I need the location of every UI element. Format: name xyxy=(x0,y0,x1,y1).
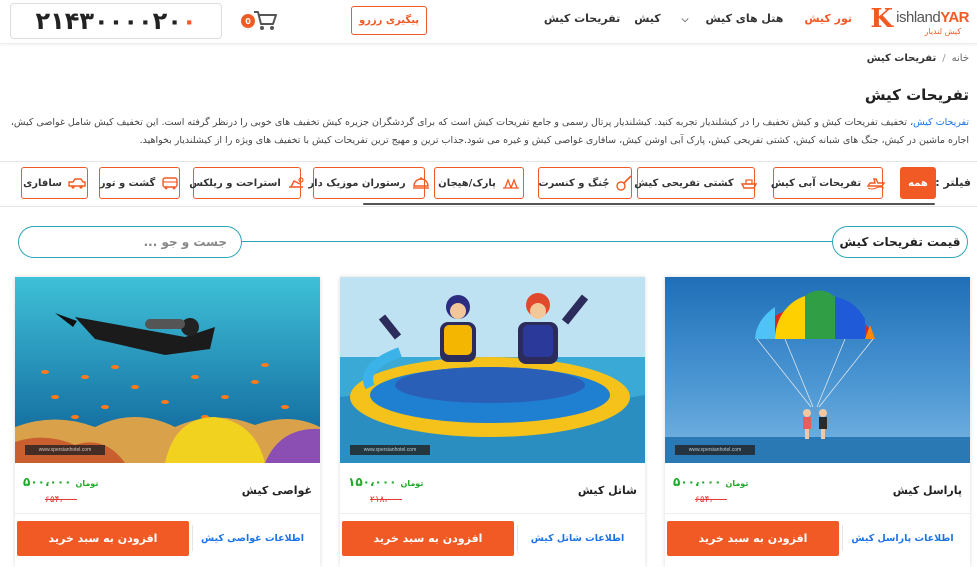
filter-chip-cruise-ship[interactable]: کشتی تفریحی کیش xyxy=(634,167,757,199)
card-price-value: ۵۰۰،۰۰۰ xyxy=(673,475,722,489)
bus-icon xyxy=(162,177,178,190)
card-price-value: ۵۰۰،۰۰۰ xyxy=(23,475,72,489)
card-image-diving[interactable] xyxy=(15,277,320,463)
breadcrumb-separator: / xyxy=(942,53,946,64)
phone-digits: ۲۱۴۳۰۰۰۰۲۰ xyxy=(35,7,182,35)
image-watermark: www.xpersianhotel.com xyxy=(675,445,755,455)
filter-label: فیلتر : xyxy=(935,176,971,189)
relax-icon xyxy=(288,177,304,188)
intro-text: ، تخفیف تفریحات کیش و کیش تخفیف را در کی… xyxy=(10,117,969,146)
filter-chip-music-restaurant-label: رستوران موزیک دار xyxy=(308,177,406,189)
card-old-price: ۶۵۴،۰۰۰ xyxy=(695,495,727,505)
nav-item-kish-tour[interactable]: تور کیش xyxy=(797,12,859,25)
filter-chip-safari-label: سافاری xyxy=(23,177,62,189)
card-name: پاراسل کیش xyxy=(892,484,962,497)
filter-chip-relax[interactable]: استراحت و ریلکس xyxy=(189,167,304,199)
main-nav: تور کیش هتل های کیش ⌵ کیش تفریحات کیش xyxy=(537,12,859,25)
add-to-cart-button[interactable]: افزودن به سبد خرید xyxy=(17,521,189,556)
page-title: تفریحات کیش xyxy=(864,86,969,104)
filter-chip-all-label: همه xyxy=(908,177,928,189)
card-name: غواصی کیش xyxy=(241,484,312,497)
filter-chip-music-restaurant[interactable]: رستوران موزیک دار xyxy=(308,167,429,199)
card-divider xyxy=(340,513,645,514)
site-header: ishlandYAR K کیش لندیار تور کیش هتل های … xyxy=(0,0,977,44)
card-price-unit: تومان xyxy=(75,479,99,488)
search-input[interactable]: جست و جو ... xyxy=(18,226,242,258)
filter-bar: فیلتر : همه تفریحات آبی کیش کشتی تفریحی … xyxy=(0,161,977,207)
site-logo[interactable]: ishlandYAR K کیش لندیار xyxy=(870,4,969,40)
nav-item-kish-hotels[interactable]: هتل های کیش ⌵ xyxy=(668,12,798,25)
card-price: تومان۵۰۰،۰۰۰ xyxy=(673,475,748,489)
ship-icon xyxy=(740,179,757,189)
product-card-diving: www.xpersianhotel.com غواصی کیش تومان۵۰۰… xyxy=(15,277,320,567)
info-parasail-link[interactable]: اطلاعات پاراسل کیش xyxy=(842,525,962,551)
guitar-icon xyxy=(615,175,632,191)
dish-icon xyxy=(412,177,429,189)
jetski-icon xyxy=(867,178,886,190)
filter-chip-tour[interactable]: گشت و تور xyxy=(99,167,180,199)
product-card-shuttle: www.xpersianhotel.com شاتل کیش تومان۱۵۰،… xyxy=(340,277,645,567)
card-price-value: ۱۵۰،۰۰۰ xyxy=(348,475,397,489)
cart-button[interactable]: 0 xyxy=(241,9,277,33)
nav-item-kish-hotels-label: هتل های کیش xyxy=(705,12,784,25)
card-price-unit: تومان xyxy=(725,479,749,488)
filter-chip-cruise-ship-label: کشتی تفریحی کیش xyxy=(634,177,734,189)
track-reservation-button[interactable]: پیگیری رزرو xyxy=(351,6,427,35)
add-to-cart-button[interactable]: افزودن به سبد خرید xyxy=(342,521,514,556)
section-title: قیمت تفریحات کیش xyxy=(832,226,968,258)
phone-number[interactable]: ۰ ۲۱۴۳۰۰۰۰۲۰ xyxy=(10,3,222,39)
info-diving-link[interactable]: اطلاعات غواصی کیش xyxy=(192,525,312,551)
filter-chip-all[interactable]: همه xyxy=(900,167,936,199)
logo-subtitle: کیش لندیار xyxy=(924,27,961,36)
card-divider xyxy=(15,513,320,514)
card-name: شاتل کیش xyxy=(577,484,637,497)
section-divider xyxy=(218,241,848,242)
breadcrumb-home[interactable]: خانه xyxy=(952,53,969,64)
card-old-price: ۶۵۴،۰۰۰ xyxy=(45,495,77,505)
filter-chip-safari[interactable]: سافاری xyxy=(21,167,88,199)
section-header: قیمت تفریحات کیش جست و جو ... xyxy=(18,226,968,258)
nav-item-kish-activities[interactable]: تفریحات کیش xyxy=(537,12,627,25)
filter-chip-concert[interactable]: جُنگ و کنسرت xyxy=(538,167,632,199)
filter-scrollbar[interactable] xyxy=(363,203,935,205)
card-image-shuttle[interactable] xyxy=(340,277,645,463)
logo-k: K xyxy=(870,4,893,34)
intro-paragraph: تفریحات کیش، تخفیف تفریحات کیش و کیش تخف… xyxy=(9,114,969,150)
filter-chip-relax-label: استراحت و ریلکس xyxy=(189,177,281,189)
image-watermark: www.xpersianhotel.com xyxy=(350,445,430,455)
card-old-price: ۲۱۸،۰۰۰ xyxy=(370,495,402,505)
filter-chip-park-thrill[interactable]: پارک/هیجان xyxy=(434,167,524,199)
breadcrumb: خانه / تفریحات کیش xyxy=(867,53,969,64)
card-divider xyxy=(665,513,970,514)
filter-chip-tour-label: گشت و تور xyxy=(99,177,156,189)
filter-chip-water-activities[interactable]: تفریحات آبی کیش xyxy=(770,167,886,199)
filter-chip-concert-label: جُنگ و کنسرت xyxy=(538,177,610,189)
ride-icon xyxy=(502,178,519,189)
nav-item-kish[interactable]: کیش xyxy=(627,12,667,25)
card-price: تومان۱۵۰،۰۰۰ xyxy=(348,475,423,489)
cart-icon xyxy=(254,11,277,30)
product-card-parasail: www.xpersianhotel.com پاراسل کیش تومان۵۰… xyxy=(665,277,970,567)
card-price-unit: تومان xyxy=(400,479,424,488)
breadcrumb-current: تفریحات کیش xyxy=(866,53,937,64)
image-watermark: www.xpersianhotel.com xyxy=(25,445,105,455)
chevron-down-icon: ⌵ xyxy=(681,15,689,25)
add-to-cart-button[interactable]: افزودن به سبد خرید xyxy=(667,521,839,556)
jeep-icon xyxy=(68,178,86,189)
card-image-parasail[interactable] xyxy=(665,277,970,463)
filter-chip-water-activities-label: تفریحات آبی کیش xyxy=(770,177,862,189)
intro-link[interactable]: تفریحات کیش xyxy=(913,117,969,128)
logo-wordmark: ishlandYAR xyxy=(896,9,969,26)
filter-chip-park-thrill-label: پارک/هیجان xyxy=(438,177,496,189)
phone-prefix: ۰ xyxy=(181,7,197,35)
info-shuttle-link[interactable]: اطلاعات شاتل کیش xyxy=(517,525,637,551)
card-price: تومان۵۰۰،۰۰۰ xyxy=(23,475,98,489)
